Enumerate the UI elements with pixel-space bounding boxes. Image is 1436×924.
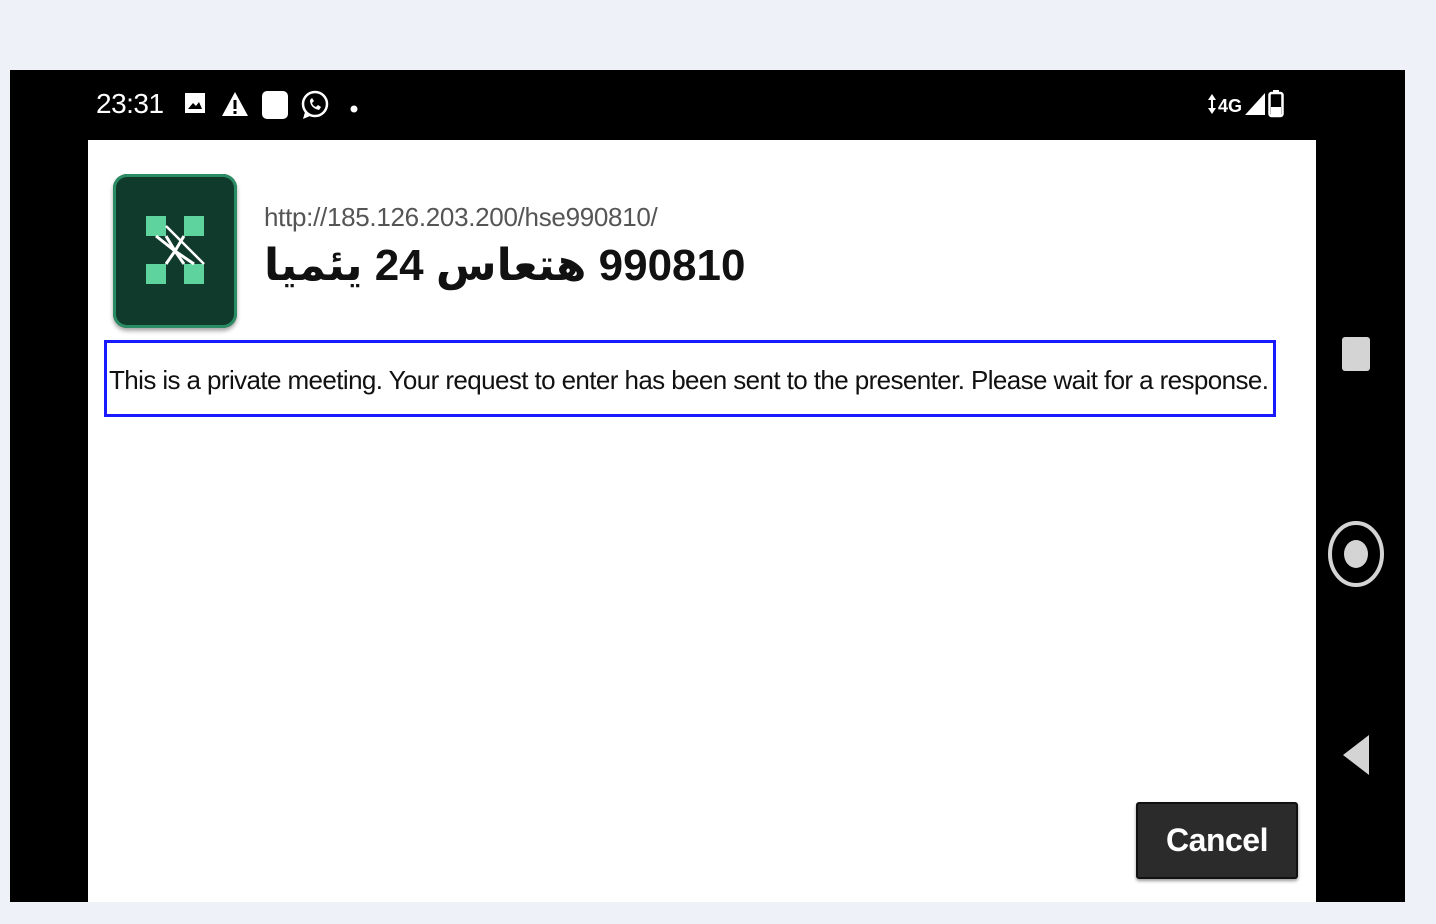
data-arrows-icon <box>1208 93 1216 120</box>
recents-square-icon[interactable] <box>1306 336 1405 372</box>
status-bar: 23:31 4G <box>10 70 1405 140</box>
status-right: 4G <box>1208 90 1284 123</box>
adobe-connect-icon <box>113 174 237 328</box>
meeting-url: http://185.126.203.200/hse990810/ <box>264 202 658 232</box>
phone-screen: 23:31 4G http://185.126.203.200/hse99081… <box>10 70 1405 902</box>
private-meeting-message: This is a private meeting. Your request … <box>109 365 1269 395</box>
meeting-title: 990810 هتعاس 24 یئمیا <box>264 241 746 290</box>
battery-icon <box>1268 90 1284 123</box>
status-time: 23:31 <box>96 88 164 119</box>
gallery-icon <box>184 90 206 121</box>
whatsapp-icon <box>300 90 330 125</box>
cancel-button[interactable]: Cancel <box>1136 802 1298 879</box>
signal-icon <box>1244 92 1266 121</box>
navigation-bar <box>1306 140 1405 902</box>
warning-icon <box>221 90 249 123</box>
home-circle-icon[interactable] <box>1306 520 1405 588</box>
app-square-icon <box>261 90 289 125</box>
meeting-dialog: http://185.126.203.200/hse990810/ 990810… <box>88 140 1316 902</box>
network-type: 4G <box>1218 96 1243 116</box>
notification-dot-icon <box>350 100 358 118</box>
back-triangle-icon[interactable] <box>1306 734 1405 776</box>
private-meeting-message-box: This is a private meeting. Your request … <box>104 340 1276 417</box>
